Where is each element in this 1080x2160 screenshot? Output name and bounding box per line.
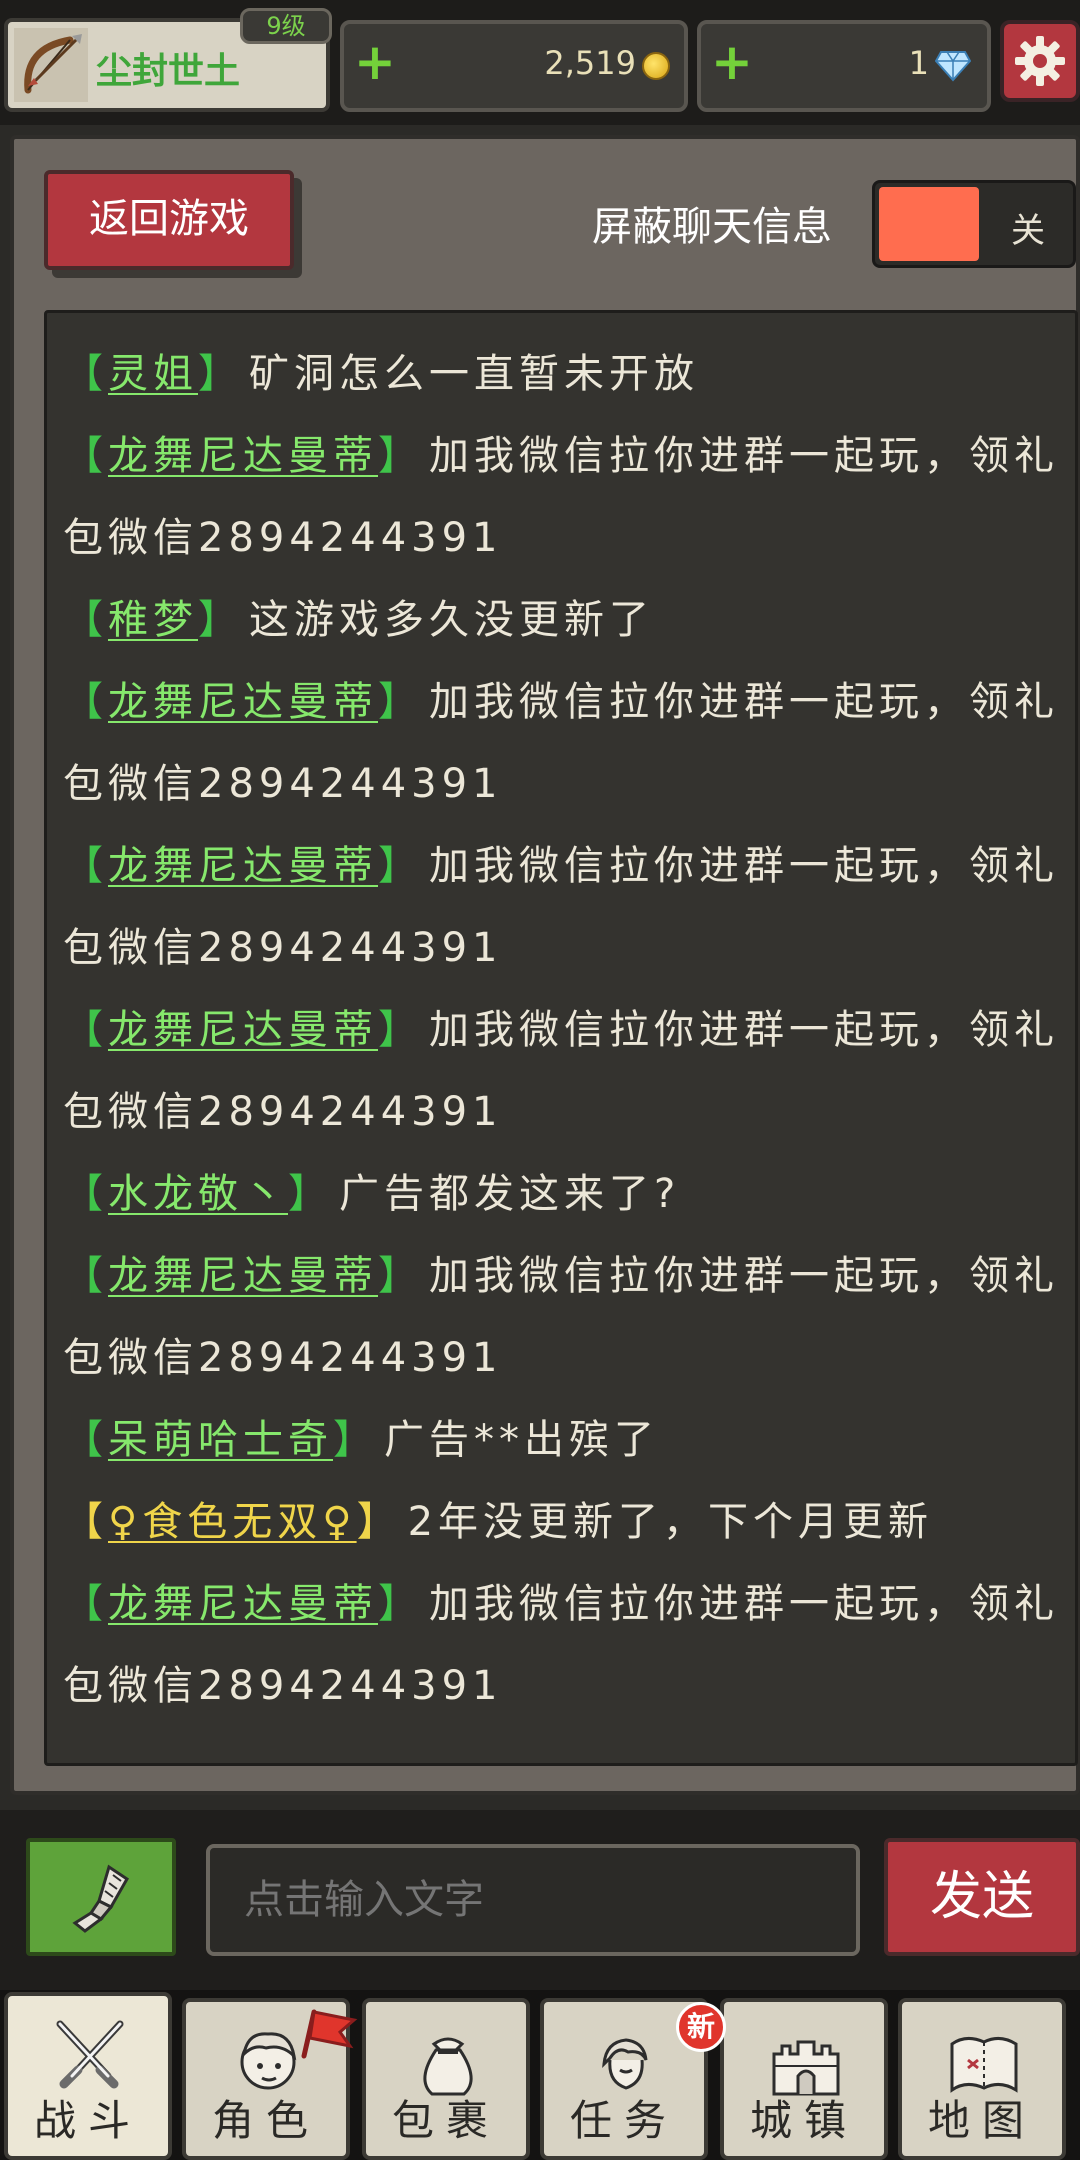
chat-message: 【龙舞尼达曼蒂】 加我微信拉你进群一起玩，领礼包微信2894244391 [63, 1563, 1067, 1727]
bracket-open: 【 [63, 1581, 108, 1627]
chat-log[interactable]: 【灵姐】 矿洞怎么一直暂未开放 【龙舞尼达曼蒂】 加我微信拉你进群一起玩，领礼包微信2… [44, 310, 1078, 1766]
new-badge: 新 [676, 2002, 726, 2052]
tab-label-quest: 任务 [569, 2096, 678, 2145]
sender-name[interactable]: 稚梦 [108, 597, 198, 643]
chat-message: 【灵姐】 矿洞怎么一直暂未开放 [63, 333, 1067, 415]
bottom-nav: 战斗 角色 包裹 任务 城镇 地图 [0, 1990, 1080, 2160]
message-text: 这游戏多久没更新了 [249, 597, 654, 643]
gold-coin-icon [642, 52, 670, 80]
sender-name[interactable]: 龙舞尼达曼蒂 [108, 843, 378, 889]
tab-label-map: 地图 [927, 2096, 1036, 2145]
bracket-close: 】 [356, 1499, 402, 1545]
tab-bag[interactable]: 包裹 [362, 1998, 530, 2160]
bracket-open: 【 [63, 843, 108, 889]
chat-message: 【♀食色无双♀】 2年没更新了，下个月更新 [63, 1481, 1067, 1563]
bracket-close: 】 [378, 433, 423, 479]
bracket-open: 【 [63, 1499, 108, 1545]
bracket-open: 【 [63, 351, 108, 397]
message-text: 矿洞怎么一直暂未开放 [249, 351, 699, 397]
sender-name[interactable]: 灵姐 [108, 351, 198, 397]
tab-label-battle: 战斗 [33, 2096, 142, 2145]
chat-input[interactable] [206, 1844, 860, 1956]
bracket-close: 】 [288, 1171, 333, 1217]
player-name: 尘封世土 [96, 51, 241, 92]
settings-button[interactable] [1000, 20, 1080, 102]
bracket-close: 】 [378, 1253, 423, 1299]
bracket-close: 】 [378, 1581, 423, 1627]
tab-town[interactable]: 城镇 [720, 1998, 888, 2160]
gauntlet-icon [72, 1864, 129, 1933]
crossed-swords-icon [56, 2020, 124, 2089]
sender-name[interactable]: 龙舞尼达曼蒂 [108, 679, 378, 725]
chat-message: 【龙舞尼达曼蒂】 加我微信拉你进群一起玩，领礼包微信2894244391 [63, 989, 1067, 1153]
chat-message: 【龙舞尼达曼蒂】 加我微信拉你进群一起玩，领礼包微信2894244391 [63, 415, 1067, 579]
tab-label-town: 城镇 [749, 2096, 858, 2145]
add-gem-icon[interactable]: + [711, 37, 753, 87]
toggle-knob [879, 187, 979, 261]
bracket-close: 】 [198, 597, 243, 643]
bracket-close: 】 [378, 1007, 423, 1053]
send-button[interactable]: 发送 [884, 1838, 1080, 1956]
bracket-open: 【 [63, 1171, 108, 1217]
bracket-open: 【 [63, 597, 108, 643]
sender-name[interactable]: 龙舞尼达曼蒂 [108, 1253, 378, 1299]
message-text: 2年没更新了，下个月更新 [407, 1499, 934, 1545]
bracket-open: 【 [63, 433, 108, 479]
bracket-open: 【 [63, 679, 108, 725]
bracket-open: 【 [63, 1253, 108, 1299]
back-to-game-button[interactable]: 返回游戏 [44, 170, 294, 270]
sender-name[interactable]: 龙舞尼达曼蒂 [108, 1007, 378, 1053]
bracket-close: 】 [378, 843, 423, 889]
diamond-icon [935, 51, 971, 82]
tab-label-character: 角色 [211, 2096, 320, 2145]
chat-message: 【稚梦】 这游戏多久没更新了 [63, 579, 1067, 661]
block-chat-toggle[interactable]: 关 [872, 180, 1076, 268]
add-gold-icon[interactable]: + [354, 37, 396, 87]
chat-message: 【龙舞尼达曼蒂】 加我微信拉你进群一起玩，领礼包微信2894244391 [63, 661, 1067, 825]
message-text: 广告**出殡了 [384, 1417, 659, 1463]
bow-icon [14, 28, 88, 102]
gold-panel[interactable]: + 2,519 [340, 20, 688, 112]
block-chat-label: 屏蔽聊天信息 [592, 204, 832, 250]
tab-battle[interactable]: 战斗 [4, 1992, 172, 2160]
chat-message: 【龙舞尼达曼蒂】 加我微信拉你进群一起玩，领礼包微信2894244391 [63, 1235, 1067, 1399]
tab-map[interactable]: 地图 [898, 1998, 1066, 2160]
tab-label-bag: 包裹 [391, 2096, 500, 2145]
chat-message: 【龙舞尼达曼蒂】 加我微信拉你进群一起玩，领礼包微信2894244391 [63, 825, 1067, 989]
sender-name[interactable]: 龙舞尼达曼蒂 [108, 433, 378, 479]
bracket-open: 【 [63, 1007, 108, 1053]
red-flag-icon [301, 2009, 358, 2059]
bracket-open: 【 [63, 1417, 108, 1463]
chat-message: 【呆萌哈士奇】 广告**出殡了 [63, 1399, 1067, 1481]
sender-name[interactable]: ♀食色无双♀ [108, 1499, 357, 1545]
gear-icon [1015, 36, 1065, 86]
gem-panel[interactable]: + 1 [697, 20, 991, 112]
bracket-close: 】 [333, 1417, 378, 1463]
bracket-close: 】 [198, 351, 243, 397]
level-badge: 9级 [240, 8, 332, 44]
toggle-state-label: 关 [1011, 211, 1045, 251]
message-list: 【灵姐】 矿洞怎么一直暂未开放 【龙舞尼达曼蒂】 加我微信拉你进群一起玩，领礼包微信2… [63, 333, 1075, 1727]
gem-amount: 1 [908, 44, 929, 82]
sender-name[interactable]: 水龙敬丶 [108, 1171, 288, 1217]
sender-name[interactable]: 呆萌哈士奇 [108, 1417, 333, 1463]
message-text: 广告都发这来了? [339, 1171, 681, 1217]
gold-amount: 2,519 [544, 44, 636, 82]
emote-button[interactable] [26, 1838, 176, 1956]
bracket-close: 】 [378, 679, 423, 725]
chat-message: 【水龙敬丶】 广告都发这来了? [63, 1153, 1067, 1235]
sender-name[interactable]: 龙舞尼达曼蒂 [108, 1581, 378, 1627]
